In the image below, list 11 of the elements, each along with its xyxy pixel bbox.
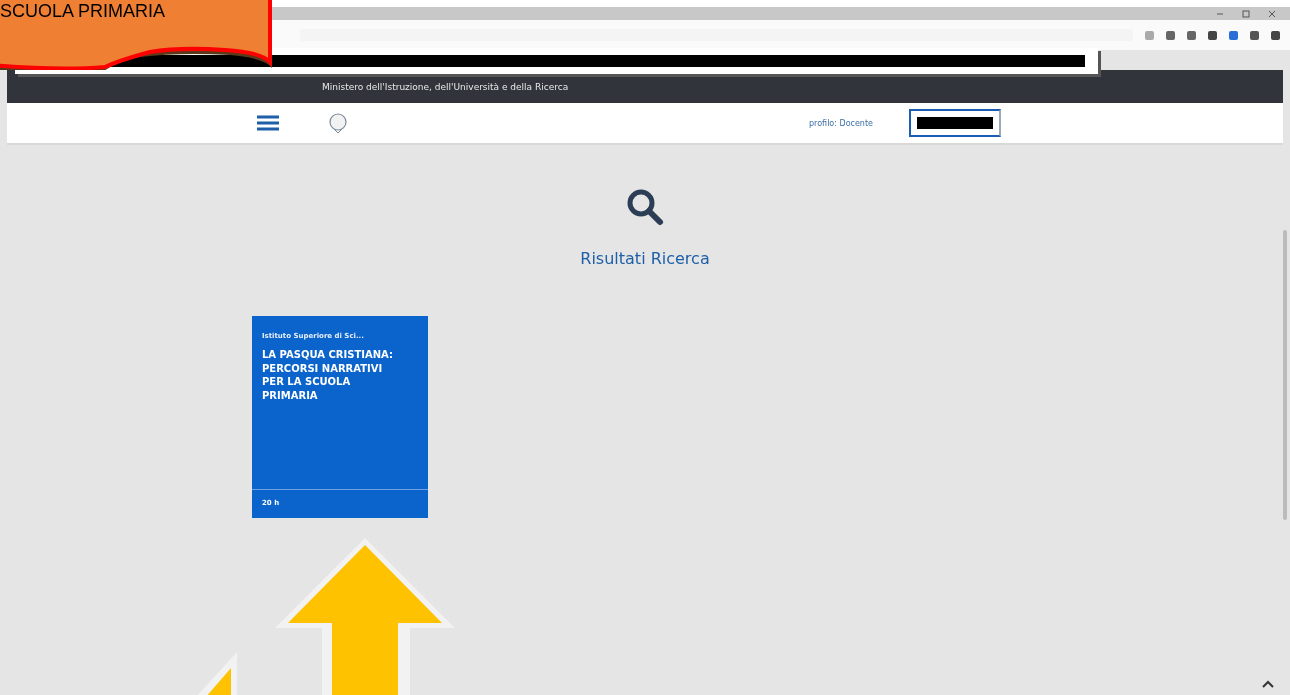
results-heading: Risultati Ricerca — [580, 249, 710, 268]
close-icon[interactable] — [1268, 9, 1276, 18]
profile-link[interactable]: profilo: Docente — [809, 118, 873, 128]
restore-icon[interactable] — [1242, 9, 1250, 18]
caret-icon[interactable] — [1262, 680, 1274, 688]
search-icon — [625, 187, 665, 227]
callout-text: SCUOLA PRIMARIA — [0, 1, 166, 22]
header-title: Ministero dell'Istruzione, dell'Università e della Ricerca — [322, 81, 569, 92]
emblem-icon — [329, 112, 347, 134]
user-field[interactable] — [909, 109, 1001, 137]
card-title: LA PASQUA CRISTIANA: PERCORSI NARRATIVI PER LA SCUOLA PRIMARIA — [261, 348, 394, 402]
